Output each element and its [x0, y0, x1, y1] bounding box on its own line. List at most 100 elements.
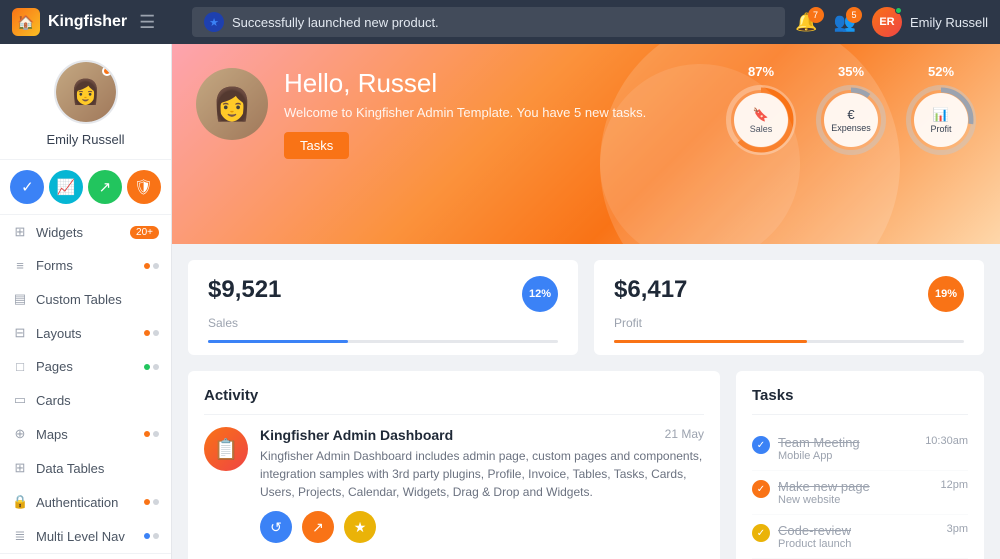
sidebar-item-widgets[interactable]: ⊞ Widgets 20+ — [0, 215, 171, 249]
custom-tables-icon: ▤ — [12, 291, 28, 307]
task-check-icon[interactable]: ✓ — [752, 436, 770, 454]
sidebar-item-custom-tables[interactable]: ▤ Custom Tables — [0, 282, 171, 316]
activity-desc: Kingfisher Admin Dashboard includes admi… — [260, 447, 704, 501]
dot-icon — [144, 263, 150, 269]
activity-card: Activity 📋 Kingfisher Admin Dashboard 21… — [188, 371, 720, 559]
multilevel-dots — [144, 533, 159, 539]
widgets-icon: ⊞ — [12, 224, 28, 240]
logo-text: Kingfisher — [48, 13, 127, 31]
notification-bar: ★ Successfully launched new product. — [192, 7, 785, 37]
sidebar-item-label: Pages — [36, 359, 144, 374]
action-star-button[interactable]: ★ — [344, 511, 376, 543]
task-sub: New website — [778, 494, 932, 506]
bell-button[interactable]: 🔔 7 — [795, 12, 817, 33]
hero-stats: 87% 🔖 Sales 35% — [726, 64, 976, 155]
tasks-button[interactable]: Tasks — [284, 132, 349, 159]
sidebar-item-layouts[interactable]: ⊟ Layouts — [0, 316, 171, 350]
layouts-dots — [144, 330, 159, 336]
sales-progress-svg — [726, 85, 796, 155]
sidebar-item-label: Layouts — [36, 326, 144, 341]
activity-title: Activity — [204, 387, 704, 415]
quick-icon-trend[interactable]: ↗ — [88, 170, 122, 204]
hero-banner: 👩 Hello, Russel Welcome to Kingfisher Ad… — [172, 44, 1000, 244]
sales-pct-badge: 12% — [522, 276, 558, 312]
task-time: 10:30am — [925, 435, 968, 447]
sidebar-item-label: Custom Tables — [36, 292, 159, 307]
task-time: 12pm — [940, 479, 968, 491]
profile-name: Emily Russell — [46, 132, 124, 147]
stats-row: $9,521 12% Sales $6,417 19% Profit — [172, 244, 1000, 355]
sidebar-item-label: Authentication — [36, 495, 144, 510]
sidebar-footer: Kingfisher Template $9180 — [0, 553, 171, 559]
task-item: ✓ Team Meeting Mobile App 10:30am — [752, 427, 968, 471]
dot-icon — [144, 330, 150, 336]
sidebar-nav: ⊞ Widgets 20+ ≡ Forms ▤ Custom Tables ⊟ … — [0, 215, 171, 553]
logo-area: 🏠 Kingfisher ☰ — [12, 8, 182, 36]
task-sub: Mobile App — [778, 450, 917, 462]
sidebar-item-label: Forms — [36, 258, 144, 273]
user-name: Emily Russell — [910, 15, 988, 30]
content-area: 👩 Hello, Russel Welcome to Kingfisher Ad… — [172, 44, 1000, 559]
sidebar-quick-icons: ✓ 📈 ↗ 🛡 — [0, 160, 171, 215]
activity-name: Kingfisher Admin Dashboard — [260, 427, 453, 443]
stat-expenses: 35% € Expenses — [816, 64, 886, 155]
sidebar-item-label: Multi Level Nav — [36, 529, 144, 544]
sidebar-item-maps[interactable]: ⊕ Maps — [0, 417, 171, 451]
profit-pct: 52% — [928, 64, 954, 79]
quick-icon-shield[interactable]: 🛡 — [127, 170, 161, 204]
activity-date: 21 May — [665, 427, 704, 441]
sidebar-item-pages[interactable]: □ Pages — [0, 350, 171, 383]
activity-item: 📋 Kingfisher Admin Dashboard 21 May King… — [204, 427, 704, 543]
profit-bar — [614, 340, 964, 343]
stat-profit: 52% 📊 Profit — [906, 64, 976, 155]
quick-icon-chart[interactable]: 📈 — [49, 170, 83, 204]
data-tables-icon: ⊞ — [12, 460, 28, 476]
task-content: Make new page New website — [778, 479, 932, 506]
sidebar-item-label: Data Tables — [36, 461, 159, 476]
expenses-label: Expenses — [831, 123, 871, 133]
nav-icons: 🔔 7 👥 5 ER Emily Russell — [795, 7, 988, 37]
dot-icon — [153, 533, 159, 539]
sales-bar — [208, 340, 558, 343]
online-indicator — [895, 7, 902, 14]
sidebar-item-multilevel-nav[interactable]: ≣ Multi Level Nav — [0, 519, 171, 553]
bell-badge: 7 — [808, 7, 824, 23]
hamburger-icon[interactable]: ☰ — [139, 12, 155, 33]
sidebar-profile: 👩 Emily Russell — [0, 44, 171, 160]
top-nav: 🏠 Kingfisher ☰ ★ Successfully launched n… — [0, 0, 1000, 44]
profile-avatar: 👩 — [54, 60, 118, 124]
quick-icon-check[interactable]: ✓ — [10, 170, 44, 204]
profit-label: Profit — [930, 124, 951, 134]
notification-text: Successfully launched new product. — [232, 15, 439, 30]
action-refresh-button[interactable]: ↺ — [260, 511, 292, 543]
widgets-badge: 20+ — [130, 226, 159, 239]
forms-icon: ≡ — [12, 258, 28, 273]
sidebar-item-data-tables[interactable]: ⊞ Data Tables — [0, 451, 171, 485]
tasks-title: Tasks — [752, 387, 968, 415]
sidebar-item-label: Widgets — [36, 225, 130, 240]
maps-icon: ⊕ — [12, 426, 28, 442]
sidebar-item-label: Cards — [36, 393, 159, 408]
task-time: 3pm — [947, 523, 968, 535]
users-button[interactable]: 👥 5 — [834, 12, 856, 33]
profit-icon: 📊 — [933, 107, 949, 123]
task-check-icon[interactable]: ✓ — [752, 480, 770, 498]
sales-icon: 🔖 — [753, 107, 769, 123]
users-badge: 5 — [846, 7, 862, 23]
task-check-icon[interactable]: ✓ — [752, 524, 770, 542]
stat-card-sales: $9,521 12% Sales — [188, 260, 578, 355]
main-layout: 👩 Emily Russell ✓ 📈 ↗ 🛡 ⊞ Widgets 20+ ≡ … — [0, 44, 1000, 559]
sidebar: 👩 Emily Russell ✓ 📈 ↗ 🛡 ⊞ Widgets 20+ ≡ … — [0, 44, 172, 559]
sidebar-item-forms[interactable]: ≡ Forms — [0, 249, 171, 282]
profit-amount: $6,417 — [614, 276, 687, 304]
hero-profile-image: 👩 — [196, 68, 268, 140]
action-share-button[interactable]: ↗ — [302, 511, 334, 543]
stat-card-header: $9,521 12% — [208, 276, 558, 312]
tasks-card: Tasks ✓ Team Meeting Mobile App 10:30am … — [736, 371, 984, 559]
sidebar-item-authentication[interactable]: 🔒 Authentication — [0, 485, 171, 519]
user-area[interactable]: ER Emily Russell — [872, 7, 988, 37]
sidebar-item-cards[interactable]: ▭ Cards — [0, 383, 171, 417]
pages-dots — [144, 364, 159, 370]
dot-icon — [153, 499, 159, 505]
dot-icon — [153, 263, 159, 269]
